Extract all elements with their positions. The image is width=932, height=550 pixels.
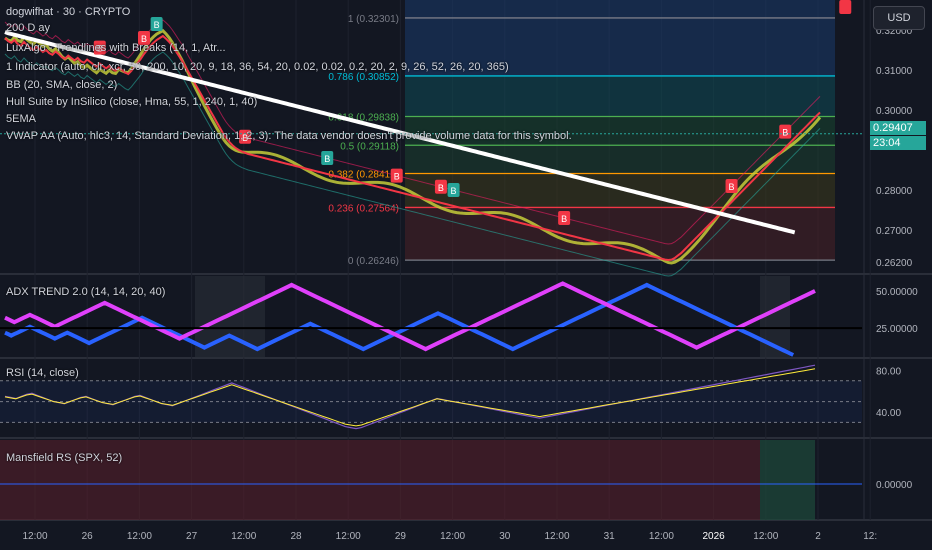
last-price-tag: 0.29407 [870, 121, 926, 135]
indicator-luxalgo-label[interactable]: LuxAlgo - Trendlines with Breaks (14, 1,… [6, 42, 226, 54]
price-tick-label: 0.31000 [876, 66, 913, 77]
fib-level-label: 0 (0.26246) [348, 256, 399, 267]
time-tick-label: 2 [815, 531, 821, 542]
fib-level-label: 1 (0.32301) [348, 14, 399, 25]
indicator-200-day-label[interactable]: 200 D ay [6, 22, 50, 34]
time-tick-label: 26 [82, 531, 94, 542]
signal-label: B [451, 186, 457, 196]
signal-label: B [324, 154, 330, 164]
indicator-bb-label[interactable]: BB (20, SMA, close, 2) [6, 79, 117, 91]
time-tick-label: 31 [604, 531, 616, 542]
rsi-pane-label[interactable]: RSI (14, close) [6, 367, 79, 379]
time-tick-label: 12:00 [753, 531, 778, 542]
adx-pane-label[interactable]: ADX TREND 2.0 (14, 14, 20, 40) [6, 286, 165, 298]
fib-zone [405, 207, 835, 261]
time-tick-label: 12:00 [649, 531, 674, 542]
signal-label: B [154, 20, 160, 30]
indicator-1-label[interactable]: 1 Indicator (auto, clr, xcr, 50, 200, 10… [6, 61, 509, 73]
indicator-5ema-label[interactable]: 5EMA [6, 113, 36, 125]
time-tick-label: 12:00 [440, 531, 465, 542]
signal-label: B [782, 128, 788, 138]
adx-tick-label: 25.00000 [876, 324, 918, 335]
time-tick-label: 12: [863, 531, 877, 542]
time-tick-label: 12:00 [22, 531, 47, 542]
price-tick-label: 0.28000 [876, 186, 913, 197]
time-tick-label: 28 [290, 531, 302, 542]
countdown-tag: 23:04 [870, 136, 926, 150]
price-tick-label: 0.30000 [876, 106, 913, 117]
signal-label: B [394, 172, 400, 182]
signal-label: B [561, 214, 567, 224]
price-tick-label: 0.26200 [876, 258, 913, 269]
time-tick-label: 12:00 [127, 531, 152, 542]
fib-level-label: 0.5 (0.29118) [340, 141, 399, 152]
symbol-title: dogwifhat · 30 · CRYPTO [6, 6, 131, 18]
fib-level-label: 0.786 (0.30852) [328, 72, 399, 83]
time-tick-label: 12:00 [544, 531, 569, 542]
indicator-hull-label[interactable]: Hull Suite by InSilico (close, Hma, 55, … [6, 96, 257, 108]
indicator-vwap-label[interactable]: VWAP AA (Auto, hlc3, 14, Standard Deviat… [6, 130, 572, 142]
price-tick-label: 0.27000 [876, 226, 913, 237]
currency-button[interactable]: USD [873, 6, 925, 30]
signal-label: B [729, 182, 735, 192]
rsi-tick-label: 80.00 [876, 366, 901, 377]
fib-zone [405, 75, 835, 117]
time-tick-label: 29 [395, 531, 407, 542]
time-tick-label: 2026 [702, 531, 725, 542]
time-tick-label: 12:00 [231, 531, 256, 542]
signal-marker [839, 0, 852, 14]
signal-label: B [438, 183, 444, 193]
chart-canvas[interactable]: 12:00 26 12:00 27 12:00 28 12:00 29 12:00 30 12:00… [0, 0, 932, 550]
time-tick-label: 27 [186, 531, 198, 542]
time-tick-label: 12:00 [336, 531, 361, 542]
signal-label: B [842, 0, 848, 2]
mansfield-tick-label: 0.00000 [876, 480, 913, 491]
fib-zone [405, 0, 835, 18]
mansfield-pane-label[interactable]: Mansfield RS (SPX, 52) [6, 452, 122, 464]
mansfield-shade [760, 440, 815, 520]
time-tick-label: 30 [499, 531, 511, 542]
fib-level-label: 0.382 (0.28412) [328, 170, 399, 181]
rsi-tick-label: 40.00 [876, 408, 901, 419]
adx-tick-label: 50.00000 [876, 287, 918, 298]
